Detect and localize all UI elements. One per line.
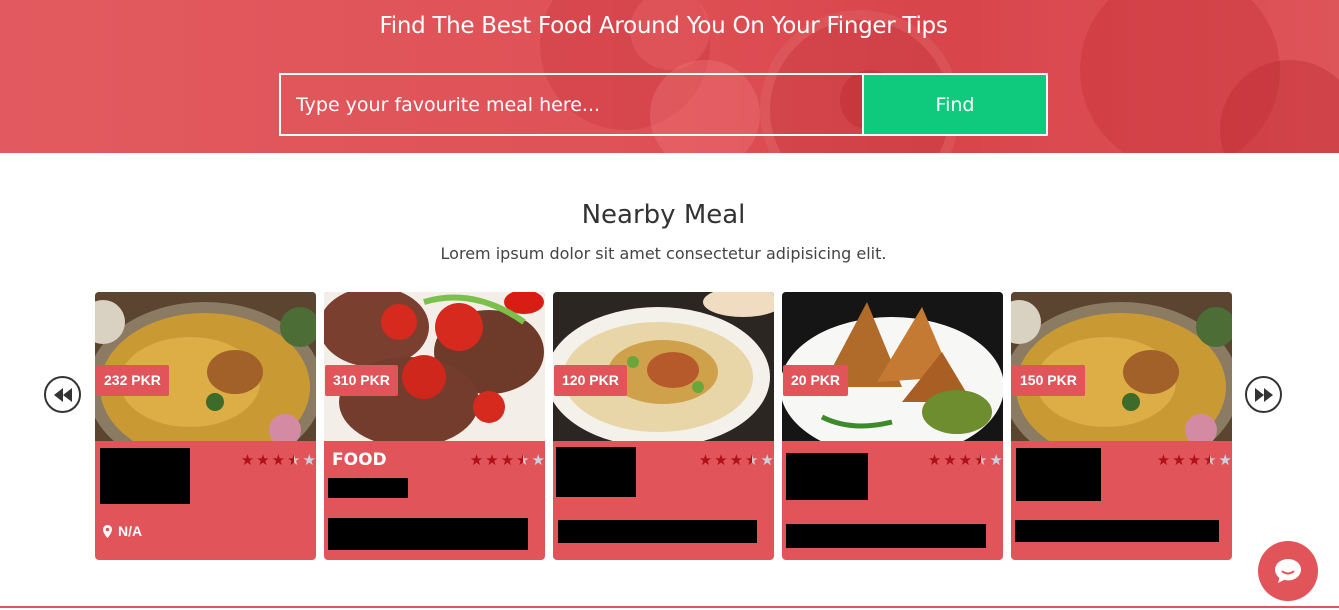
map-pin-icon [103, 524, 112, 538]
meal-search-input[interactable] [281, 75, 864, 134]
meal-card-body: ★ ★ ★ ★ ★ [1011, 441, 1232, 560]
star-half-icon: ★ [287, 452, 301, 469]
rating-stars: ★ ★ ★ ★ ★ [241, 452, 316, 469]
redacted-meal-location [558, 520, 757, 543]
hero-banner: Find The Best Food Around You On Your Fi… [0, 0, 1339, 153]
chat-button[interactable] [1258, 541, 1318, 601]
star-icon: ★ [698, 452, 713, 469]
search-form: Find [279, 73, 1048, 136]
redacted-meal-location [786, 524, 986, 548]
rating-stars: ★ ★ ★ ★ ★ [928, 452, 1003, 469]
star-empty-icon: ★ [989, 452, 1003, 469]
star-icon: ★ [1156, 452, 1171, 469]
star-half-icon: ★ [1203, 452, 1217, 469]
star-empty-icon: ★ [531, 452, 545, 469]
rating-stars: ★ ★ ★ ★ ★ [699, 452, 774, 469]
carousel-prev-button[interactable] [44, 376, 81, 413]
star-icon: ★ [500, 452, 515, 469]
price-badge: 20 PKR [783, 365, 849, 396]
rating-stars: ★ ★ ★ ★ ★ [470, 452, 545, 469]
redacted-meal-name [786, 453, 868, 500]
price-badge: 232 PKR [96, 365, 169, 396]
hero-title: Find The Best Food Around You On Your Fi… [379, 13, 948, 39]
meal-card[interactable]: 20 PKR ★ ★ ★ ★ ★ [782, 292, 1003, 560]
star-icon: ★ [256, 452, 270, 469]
redacted-meal-location [328, 518, 528, 550]
price-badge: 310 PKR [325, 365, 398, 396]
meal-card-body: FOOD ★ ★ ★ ★ ★ [324, 441, 545, 560]
star-icon: ★ [1172, 452, 1186, 469]
star-half-icon: ★ [974, 452, 988, 469]
star-icon: ★ [943, 452, 957, 469]
price-badge: 120 PKR [554, 365, 627, 396]
star-icon: ★ [958, 452, 973, 469]
redacted-meal-location [1015, 520, 1219, 542]
price-badge: 150 PKR [1012, 365, 1085, 396]
section-subtitle: Lorem ipsum dolor sit amet consectetur a… [440, 244, 887, 263]
star-icon: ★ [271, 452, 286, 469]
rewind-icon [53, 387, 72, 402]
redacted-meal-name [556, 447, 636, 497]
redacted-meal-detail [328, 478, 408, 498]
star-empty-icon: ★ [1218, 452, 1232, 469]
meal-card[interactable]: 310 PKR FOOD ★ ★ ★ ★ ★ [324, 292, 545, 560]
star-empty-icon: ★ [302, 452, 316, 469]
redacted-meal-name [1016, 448, 1101, 501]
section-title: Nearby Meal [581, 200, 746, 230]
meal-card[interactable]: 120 PKR ★ ★ ★ ★ ★ [553, 292, 774, 560]
star-half-icon: ★ [745, 452, 759, 469]
rating-stars: ★ ★ ★ ★ ★ [1157, 452, 1232, 469]
chat-bubble-icon [1275, 559, 1301, 583]
meal-card-body: ★ ★ ★ ★ ★ [782, 441, 1003, 560]
star-half-icon: ★ [516, 452, 530, 469]
star-icon: ★ [1187, 452, 1202, 469]
star-icon: ★ [485, 452, 499, 469]
carousel-next-button[interactable] [1245, 376, 1282, 413]
meal-location: N/A [103, 523, 142, 539]
star-icon: ★ [927, 452, 942, 469]
star-empty-icon: ★ [760, 452, 774, 469]
star-icon: ★ [729, 452, 744, 469]
meal-card[interactable]: 150 PKR ★ ★ ★ ★ ★ [1011, 292, 1232, 560]
section-divider [0, 606, 1339, 608]
meal-card[interactable]: 232 PKR ★ ★ ★ ★ ★ N/A [95, 292, 316, 560]
meal-card-body: ★ ★ ★ ★ ★ N/A [95, 441, 316, 560]
star-icon: ★ [714, 452, 728, 469]
find-button[interactable]: Find [864, 75, 1046, 134]
fast-forward-icon [1254, 387, 1273, 402]
location-text: N/A [118, 523, 143, 539]
meal-card-body: ★ ★ ★ ★ ★ [553, 441, 774, 560]
star-icon: ★ [240, 452, 255, 469]
meal-name: FOOD [332, 450, 387, 470]
redacted-meal-name [100, 448, 190, 504]
star-icon: ★ [469, 452, 484, 469]
